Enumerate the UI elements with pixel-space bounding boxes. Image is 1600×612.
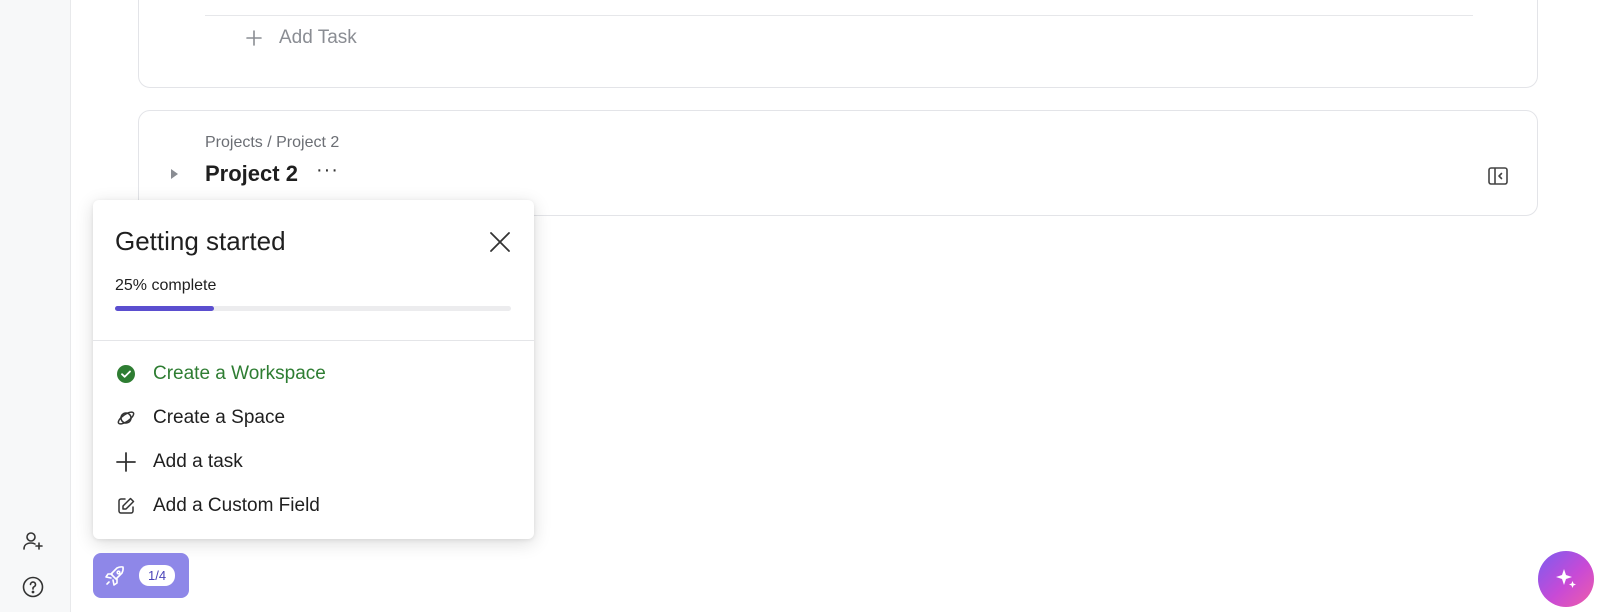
- project-title[interactable]: Project 2: [205, 161, 298, 187]
- list-divider: [205, 15, 1473, 16]
- project-header: Project 2 ···: [167, 160, 339, 187]
- sparkle-icon: [1556, 569, 1576, 588]
- expand-caret-icon[interactable]: [167, 167, 181, 181]
- planet-icon: [115, 407, 137, 429]
- getting-started-popover: Getting started 25% complete Create a Wo…: [93, 200, 534, 539]
- check-circle-icon: [115, 363, 137, 385]
- breadcrumb[interactable]: Projects / Project 2: [205, 134, 339, 152]
- popover-title: Getting started: [115, 226, 286, 256]
- edit-square-icon: [115, 495, 137, 517]
- plus-icon: [115, 451, 137, 473]
- popover-divider: [93, 340, 534, 341]
- add-task-button[interactable]: Add Task: [245, 27, 357, 49]
- collapse-panel-icon[interactable]: [1487, 165, 1509, 187]
- more-options-button[interactable]: ···: [316, 160, 339, 183]
- checklist-item-create-space[interactable]: Create a Space: [115, 396, 326, 440]
- checklist-item-label: Add a task: [153, 451, 243, 472]
- onboarding-checklist: Create a Workspace Create a Space Add a …: [115, 352, 326, 528]
- left-rail: [0, 0, 71, 612]
- checklist-item-add-task[interactable]: Add a task: [115, 440, 326, 484]
- progress-bar: [115, 306, 511, 311]
- checklist-item-label: Create a Space: [153, 407, 286, 428]
- checklist-item-label: Add a Custom Field: [153, 495, 320, 516]
- ai-assistant-button[interactable]: [1538, 551, 1594, 607]
- task-list-card: Add Task: [138, 0, 1538, 88]
- help-icon[interactable]: [20, 574, 46, 600]
- add-task-label: Add Task: [279, 27, 357, 48]
- plus-icon: [246, 30, 262, 46]
- onboarding-launcher-button[interactable]: 1/4: [93, 553, 189, 598]
- invite-user-icon[interactable]: [20, 528, 46, 554]
- progress-label: 25% complete: [115, 277, 217, 294]
- checklist-item-label: Create a Workspace: [153, 363, 326, 384]
- close-icon[interactable]: [488, 230, 512, 254]
- progress-badge: 1/4: [139, 565, 176, 586]
- checklist-item-create-workspace[interactable]: Create a Workspace: [115, 352, 326, 396]
- checklist-item-add-custom-field[interactable]: Add a Custom Field: [115, 484, 326, 528]
- rocket-icon: [103, 564, 127, 588]
- progress-fill: [115, 306, 214, 311]
